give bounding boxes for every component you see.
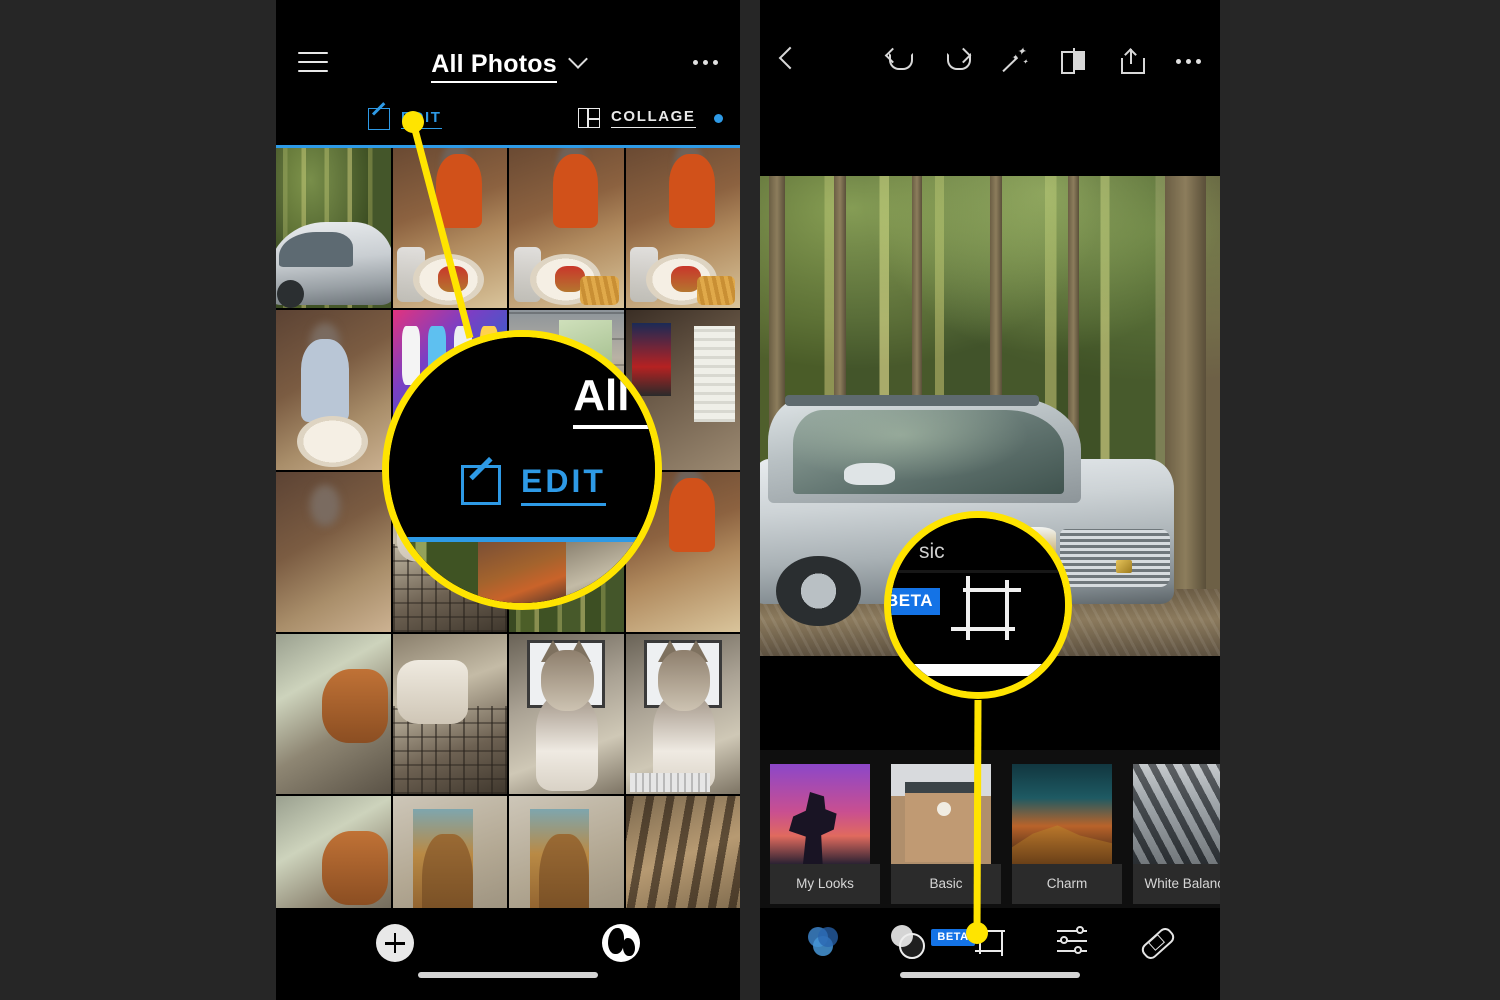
page-title-text: All Photos [431,50,557,83]
globe-icon[interactable] [602,924,640,962]
healing-brush-icon[interactable] [1138,923,1174,959]
edit-button-label: EDIT [401,109,442,129]
grid-photo-shelves[interactable] [509,310,624,470]
grid-photo-armchair[interactable] [276,472,391,632]
home-indicator-bar [418,972,598,978]
grid-photo-home-screen[interactable] [392,310,507,470]
editor-main-photo[interactable] [760,176,1220,656]
grid-photo-forest-car[interactable] [276,148,391,308]
preset-card[interactable]: Charm [1012,764,1122,904]
grid-photo-crate-1[interactable] [392,472,507,632]
preset-label: Basic [891,864,1001,904]
library-action-row: EDIT COLLAGE [276,100,740,145]
undo-icon[interactable] [886,48,913,74]
photo-grid [276,145,740,1000]
before-after-split-icon[interactable] [1060,48,1086,74]
grid-photo-tv-room[interactable] [625,310,740,470]
collage-button[interactable]: COLLAGE [578,108,723,128]
screenshot-stage: All Photos EDIT COLLAGE ✦ ✦ ✦ My Looks B… [0,0,1500,1000]
magic-wand-icon[interactable]: ✦ ✦ ✦ [1002,47,1028,74]
redo-icon[interactable] [944,48,971,74]
back-chevron-icon[interactable] [778,46,802,70]
editor-tool-icons: ✦ ✦ ✦ [886,47,1202,74]
preset-label: Charm [1012,864,1122,904]
library-top-bar: All Photos [276,0,740,100]
edit-pencil-icon [368,108,390,130]
grid-photo-restaurant-1[interactable] [392,148,507,308]
plus-circle-icon[interactable] [376,924,414,962]
callout-lines [409,121,982,934]
grid-photo-crate-2[interactable] [392,634,507,794]
preset-thumb-white-balance [1133,764,1220,864]
edit-button[interactable]: EDIT [368,108,442,130]
adjust-sliders-icon[interactable] [1055,923,1091,959]
grid-photo-forest-only[interactable] [509,472,624,632]
masking-icon[interactable]: BETA [889,923,975,959]
grid-photo-living-room[interactable] [276,310,391,470]
grid-photo-cat-window[interactable] [276,634,391,794]
presets-icon[interactable] [806,923,842,959]
left-phone-library: All Photos EDIT COLLAGE [276,0,740,1000]
suv-subject [760,394,1174,627]
more-horizontal-icon[interactable] [1176,48,1202,74]
preset-thumb-basic [891,764,991,864]
grid-photo-cat-desk-2[interactable] [625,634,740,794]
callout-overlay: All P EDIT sic BETA [0,0,1500,1000]
more-horizontal-icon[interactable] [693,60,718,65]
preset-card[interactable]: White Balance [1133,764,1220,904]
preset-thumb-my-looks [770,764,870,864]
collage-grid-icon [578,108,600,128]
grid-photo-orange-shirt[interactable] [625,472,740,632]
home-indicator-bar [900,972,1080,978]
grid-photo-restaurant-3[interactable] [625,148,740,308]
editor-toolbar: BETA [760,920,1220,962]
chevron-down-icon[interactable] [567,49,588,69]
grid-photo-cat-desk-1[interactable] [509,634,624,794]
crop-icon[interactable] [973,924,1007,958]
right-phone-editor: ✦ ✦ ✦ My Looks Basic Charm White Balan B… [760,0,1220,1000]
grid-photo-restaurant-2[interactable] [509,148,624,308]
preset-card[interactable]: Basic [891,764,1001,904]
presets-strip[interactable]: My Looks Basic Charm White Balance [760,750,1220,908]
preset-label: My Looks [770,864,880,904]
library-bottom-bar [276,908,740,1000]
preset-label: White Balance [1133,864,1220,904]
page-title[interactable]: All Photos [276,49,740,83]
editor-top-bar: ✦ ✦ ✦ [760,0,1220,104]
beta-badge: BETA [931,929,975,946]
collage-new-badge [713,113,723,123]
preset-thumb-charm [1012,764,1112,864]
preset-card[interactable]: My Looks [770,764,880,904]
collage-button-label: COLLAGE [611,108,696,128]
editor-bottom-bar: BETA [760,908,1220,1000]
share-icon[interactable] [1118,48,1145,74]
